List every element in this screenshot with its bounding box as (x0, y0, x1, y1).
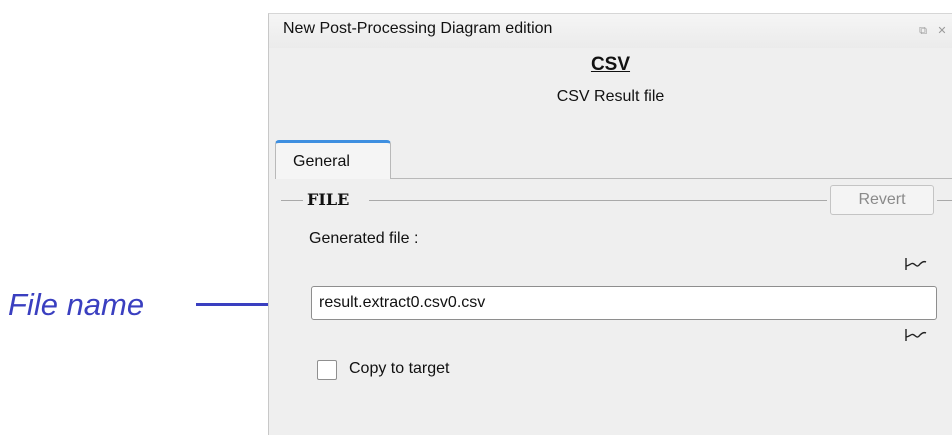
generated-file-label: Generated file : (309, 230, 419, 247)
copy-to-target-checkbox[interactable] (317, 360, 337, 380)
revert-button[interactable]: Revert (830, 185, 934, 215)
waveform-icon[interactable] (904, 327, 928, 343)
group-border-mid (369, 200, 827, 201)
component-subtitle: CSV Result file (556, 88, 665, 105)
tab-general-label: General (293, 153, 350, 170)
copy-to-target-label: Copy to target (349, 360, 450, 377)
file-name-annotation: File name (8, 283, 306, 327)
component-title: CSV (590, 54, 631, 75)
tab-general[interactable]: General (275, 140, 391, 179)
group-border-right (937, 200, 952, 201)
file-group-title: FILE (307, 190, 350, 209)
filename-input[interactable] (311, 286, 937, 320)
annotation-text: File name (8, 287, 145, 322)
panel-title: New Post-Processing Diagram edition (283, 20, 553, 37)
group-border-left (281, 200, 303, 201)
post-processing-panel: New Post-Processing Diagram edition ⧉ ✕ … (268, 13, 952, 435)
float-icon[interactable]: ⧉ (917, 25, 929, 37)
waveform-icon[interactable] (904, 256, 928, 272)
close-icon[interactable]: ✕ (936, 25, 948, 37)
panel-titlebar: New Post-Processing Diagram edition ⧉ ✕ (269, 14, 952, 48)
